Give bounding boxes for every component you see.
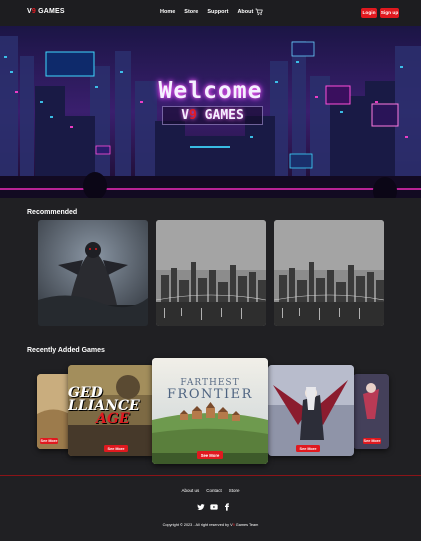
hero-banner: Welcome V9 GAMES [0, 26, 421, 198]
see-more-button[interactable]: See More [296, 445, 320, 452]
carousel-card-center[interactable]: FARTHEST FRONTIER See More [152, 358, 268, 464]
brand-logo[interactable]: V9 GAMES [27, 8, 65, 15]
twitter-icon[interactable] [197, 503, 205, 511]
footer-link-store[interactable]: Store [229, 488, 240, 493]
hero-brand-rest: GAMES [196, 108, 244, 123]
hero-brand-box: V9 GAMES [162, 106, 263, 125]
cart-icon[interactable] [255, 8, 263, 16]
footer-links: About us Contact Store [0, 488, 421, 493]
nav-link-store[interactable]: Store [184, 9, 198, 15]
game-title-art: GED LLIANCE AGE [68, 385, 140, 427]
hero-brand-v: V [181, 108, 190, 123]
see-more-button[interactable]: See More [40, 438, 58, 444]
copyright-text: Copyright © 2023 - All right reserved by… [162, 523, 259, 527]
nav-link-about[interactable]: About [237, 9, 253, 15]
game-cover-image [268, 365, 354, 456]
top-navbar: V9 GAMES Home Store Support About Login … [0, 0, 421, 26]
recently-added-heading: Recently Added Games [27, 347, 105, 354]
recommended-card-3[interactable] [274, 220, 384, 326]
nav-links: Home Store Support About [160, 9, 253, 15]
carousel-card-far-right[interactable]: See More [353, 374, 389, 449]
see-more-button[interactable]: See More [197, 451, 223, 459]
recommended-heading: Recommended [27, 209, 78, 216]
login-button[interactable]: Login [361, 8, 377, 18]
hero-welcome-title: Welcome [158, 78, 263, 104]
game-title-frontier: FRONTIER [167, 387, 253, 402]
city-skyline-image [274, 220, 384, 326]
youtube-icon[interactable] [210, 503, 218, 511]
recommended-card-1[interactable] [38, 220, 148, 326]
see-more-button[interactable]: See More [104, 445, 128, 452]
nav-link-home[interactable]: Home [160, 9, 175, 15]
city-skyline-image [156, 220, 266, 326]
see-more-button[interactable]: See More [363, 438, 381, 444]
footer-link-contact[interactable]: Contact [206, 488, 222, 493]
carousel-card-right[interactable]: See More [268, 365, 354, 456]
footer-divider [0, 475, 421, 476]
social-links [197, 503, 231, 511]
hero-brand-9: 9 [189, 108, 197, 123]
footer-link-about[interactable]: About us [181, 488, 199, 493]
carousel-card-left[interactable]: GED LLIANCE AGE See More [68, 365, 154, 456]
game-cover-image [152, 358, 268, 464]
recommended-card-2[interactable] [156, 220, 266, 326]
nav-link-support[interactable]: Support [207, 9, 228, 15]
signup-button[interactable]: Sign up [380, 8, 399, 18]
brand-rest: GAMES [35, 8, 65, 15]
monster-artwork-image [38, 220, 148, 326]
facebook-icon[interactable] [223, 503, 231, 511]
